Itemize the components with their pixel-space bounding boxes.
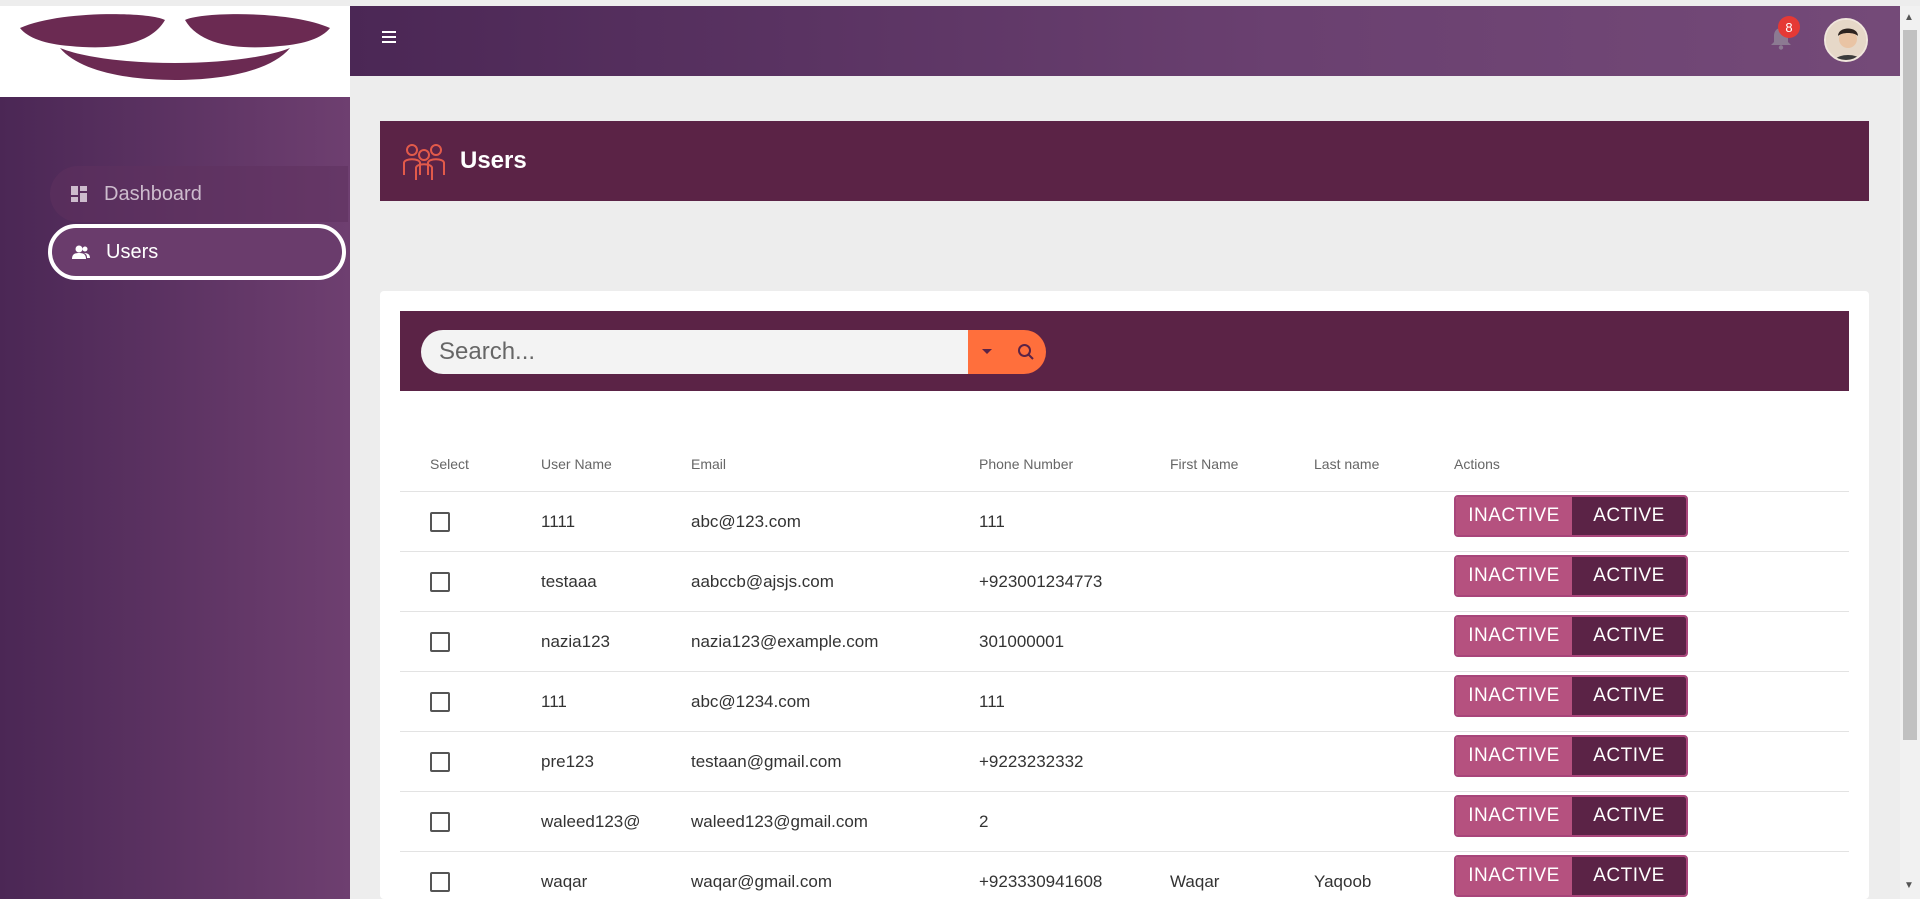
cell-username: nazia123	[541, 632, 611, 651]
notification-badge: 8	[1778, 16, 1800, 38]
active-button[interactable]: ACTIVE	[1572, 557, 1686, 595]
top-header	[350, 6, 1900, 76]
search-filter-dropdown[interactable]	[968, 330, 1006, 374]
row-select-checkbox[interactable]	[430, 872, 450, 892]
scroll-down-icon[interactable]: ▼	[1904, 880, 1914, 891]
cell-phone: 111	[979, 692, 1005, 711]
table-row: testaaa aabccb@ajsjs.com +923001234773 I…	[400, 552, 1849, 612]
table-row: pre123 testaan@gmail.com +9223232332 INA…	[400, 732, 1849, 792]
status-toggle: INACTIVE ACTIVE	[1454, 555, 1688, 597]
avatar[interactable]	[1824, 18, 1868, 62]
logo-area	[0, 6, 350, 97]
status-toggle: INACTIVE ACTIVE	[1454, 795, 1688, 837]
column-header-username: User Name	[541, 456, 612, 472]
table-header: Select User Name Email Phone Number Firs…	[400, 440, 1849, 492]
table-row: nazia123 nazia123@example.com 301000001 …	[400, 612, 1849, 672]
users-group-icon	[398, 141, 450, 181]
cell-last-name: Yaqoob	[1314, 872, 1372, 891]
cell-username: waqar	[541, 872, 588, 891]
active-button[interactable]: ACTIVE	[1572, 497, 1686, 535]
caret-down-icon	[982, 349, 992, 354]
status-toggle: INACTIVE ACTIVE	[1454, 615, 1688, 657]
brand-logo	[20, 14, 330, 80]
column-header-last-name: Last name	[1314, 456, 1380, 472]
cell-email: aabccb@ajsjs.com	[691, 572, 834, 591]
page-header-banner: Users	[380, 121, 1869, 201]
status-toggle: INACTIVE ACTIVE	[1454, 675, 1688, 717]
sidebar-item-label: Users	[106, 240, 159, 263]
cell-phone: 301000001	[979, 632, 1065, 651]
row-select-checkbox[interactable]	[430, 812, 450, 832]
inactive-button[interactable]: INACTIVE	[1456, 857, 1572, 895]
table-row: 111 abc@1234.com 111 INACTIVE ACTIVE	[400, 672, 1849, 732]
table-row: waleed123@ waleed123@gmail.com 2 INACTIV…	[400, 792, 1849, 852]
table-row: waqar waqar@gmail.com +923330941608 Waqa…	[400, 852, 1849, 899]
cell-first-name: Waqar	[1170, 872, 1220, 891]
status-toggle: INACTIVE ACTIVE	[1454, 855, 1688, 897]
inactive-button[interactable]: INACTIVE	[1456, 497, 1572, 535]
row-select-checkbox[interactable]	[430, 752, 450, 772]
cell-email: nazia123@example.com	[691, 632, 879, 651]
column-header-phone: Phone Number	[979, 456, 1074, 472]
sidebar-item-label: Dashboard	[104, 182, 202, 205]
row-select-checkbox[interactable]	[430, 572, 450, 592]
cell-email: abc@1234.com	[691, 692, 811, 711]
cell-email: waqar@gmail.com	[691, 872, 833, 891]
column-header-first-name: First Name	[1170, 456, 1239, 472]
active-button[interactable]: ACTIVE	[1572, 737, 1686, 775]
cell-username: testaaa	[541, 572, 597, 591]
sidebar-item-dashboard[interactable]: Dashboard	[50, 166, 348, 222]
cell-phone: +923001234773	[979, 572, 1103, 591]
inactive-button[interactable]: INACTIVE	[1456, 677, 1572, 715]
cell-email: testaan@gmail.com	[691, 752, 842, 771]
row-select-checkbox[interactable]	[430, 512, 450, 532]
menu-toggle-icon[interactable]	[382, 30, 398, 44]
status-toggle: INACTIVE ACTIVE	[1454, 495, 1688, 537]
cell-email: abc@123.com	[691, 512, 801, 531]
search-icon	[1018, 344, 1034, 360]
cell-username: waleed123@	[541, 812, 641, 831]
cell-email: waleed123@gmail.com	[691, 812, 868, 831]
active-button[interactable]: ACTIVE	[1572, 617, 1686, 655]
table-row: 1111 abc@123.com 111 INACTIVE ACTIVE	[400, 492, 1849, 552]
users-icon	[72, 243, 90, 261]
active-button[interactable]: ACTIVE	[1572, 797, 1686, 835]
dashboard-icon	[70, 185, 88, 203]
cell-phone: 111	[979, 512, 1005, 531]
scrollbar-thumb[interactable]	[1903, 30, 1917, 740]
row-select-checkbox[interactable]	[430, 692, 450, 712]
cell-username: 111	[541, 692, 567, 711]
status-toggle: INACTIVE ACTIVE	[1454, 735, 1688, 777]
column-header-actions: Actions	[1454, 456, 1500, 472]
cell-username: 1111	[541, 512, 576, 531]
sidebar-item-users[interactable]: Users	[48, 224, 346, 280]
column-header-select: Select	[430, 456, 469, 472]
cell-phone: +923330941608	[979, 872, 1103, 891]
inactive-button[interactable]: INACTIVE	[1456, 617, 1572, 655]
cell-username: pre123	[541, 752, 594, 771]
inactive-button[interactable]: INACTIVE	[1456, 557, 1572, 595]
cell-phone: +9223232332	[979, 752, 1084, 771]
active-button[interactable]: ACTIVE	[1572, 677, 1686, 715]
active-button[interactable]: ACTIVE	[1572, 857, 1686, 895]
page-title: Users	[460, 147, 527, 174]
row-select-checkbox[interactable]	[430, 632, 450, 652]
inactive-button[interactable]: INACTIVE	[1456, 737, 1572, 775]
cell-phone: 2	[979, 812, 989, 831]
scroll-up-icon[interactable]: ▲	[1904, 12, 1914, 23]
search-input[interactable]	[421, 330, 969, 374]
column-header-email: Email	[691, 456, 727, 472]
inactive-button[interactable]: INACTIVE	[1456, 797, 1572, 835]
